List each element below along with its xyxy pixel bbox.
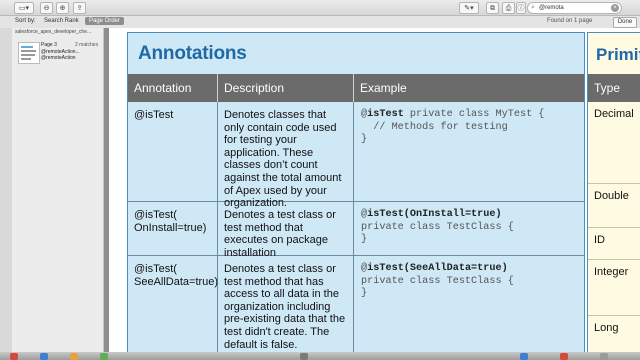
dock: [0, 352, 640, 360]
found-count: Found on 1 page: [547, 18, 593, 24]
header-annotation: Annotation: [128, 74, 218, 102]
rotate-button[interactable]: ⧉: [486, 2, 499, 14]
row2-example: @isTest(OnInstall=true) private class Te…: [354, 202, 584, 256]
row1-description: Denotes classes that only contain code u…: [218, 102, 354, 209]
search-field[interactable]: ⌕ @remota ×: [527, 2, 622, 14]
slide2-title: Primit: [596, 45, 640, 64]
slide2-header-type: Type: [588, 74, 640, 102]
result-matches: 2 matches: [75, 42, 99, 48]
row3-annotation: @isTest( SeeAllData=true): [128, 256, 218, 352]
window-toolbar: ▭▾ ⊖ ⊕ ⇪ ✎▾ ⧉ ⎙ ⓘ ⌕ @remota ×: [0, 0, 640, 16]
row2-description: Denotes a test class or test method that…: [218, 202, 354, 259]
document-view[interactable]: Annotations Annotation Description Examp…: [104, 28, 640, 352]
magnifier-icon: ⌕: [531, 4, 535, 11]
annotations-slide: Annotations Annotation Description Examp…: [127, 32, 585, 352]
row3-example: @isTest(SeeAllData=true) private class T…: [354, 256, 584, 352]
slide2-cell-id: ID: [588, 228, 640, 260]
header-example: Example: [354, 74, 584, 102]
page-thumbnail: [18, 42, 40, 64]
slide-title: Annotations: [138, 43, 247, 64]
search-sidebar: salesforce_apex_developer_che... Page 3 …: [12, 28, 104, 352]
row3-description: Denotes a test class or test method that…: [218, 256, 354, 352]
dock-app-icon[interactable]: [520, 353, 528, 360]
clear-icon[interactable]: ×: [611, 4, 619, 12]
dock-app-icon[interactable]: [10, 353, 18, 360]
row1-annotation: @isTest: [128, 102, 218, 202]
search-result-item[interactable]: Page 3 2 matches @remoteAction... @remot…: [15, 40, 101, 64]
slide2-cell-integer: Integer: [588, 260, 640, 316]
row2-annotation: @isTest( OnInstall=true): [128, 202, 218, 256]
pdf-page: Annotations Annotation Description Examp…: [109, 28, 640, 352]
share-button[interactable]: ⇪: [73, 2, 86, 14]
slide2-cell-long: Long: [588, 316, 640, 352]
dock-app-icon[interactable]: [560, 353, 568, 360]
primitives-slide: Primit Type Decimal Double ID Integer Lo…: [587, 32, 640, 352]
markup-button[interactable]: ✎▾: [459, 2, 479, 14]
dock-app-icon[interactable]: [100, 353, 108, 360]
row1-example: @isTest private class MyTest { // Method…: [354, 102, 584, 202]
dock-app-icon[interactable]: [70, 353, 78, 360]
dock-app-icon[interactable]: [40, 353, 48, 360]
done-button[interactable]: Done: [613, 17, 637, 28]
sort-search-rank-option[interactable]: Search Rank: [40, 17, 83, 25]
sort-page-order-option[interactable]: Page Order: [85, 17, 125, 25]
result-match-2: @remoteAction: [41, 55, 76, 61]
result-page: Page 3: [41, 42, 57, 48]
sort-label: Sort by:: [15, 18, 36, 24]
header-description: Description: [218, 74, 354, 102]
dock-app-icon[interactable]: [300, 353, 308, 360]
dock-app-icon[interactable]: [600, 353, 608, 360]
sidebar-toggle-button[interactable]: ▭▾: [14, 2, 34, 14]
slide2-cell-decimal: Decimal: [588, 102, 640, 184]
info-button[interactable]: ⓘ: [516, 2, 526, 14]
zoom-out-button[interactable]: ⊖: [40, 2, 53, 14]
search-value: @remota: [539, 5, 564, 11]
slide2-cell-double: Double: [588, 184, 640, 228]
zoom-in-button[interactable]: ⊕: [56, 2, 69, 14]
document-path: salesforce_apex_developer_che...: [15, 29, 92, 35]
print-button[interactable]: ⎙: [502, 2, 515, 14]
